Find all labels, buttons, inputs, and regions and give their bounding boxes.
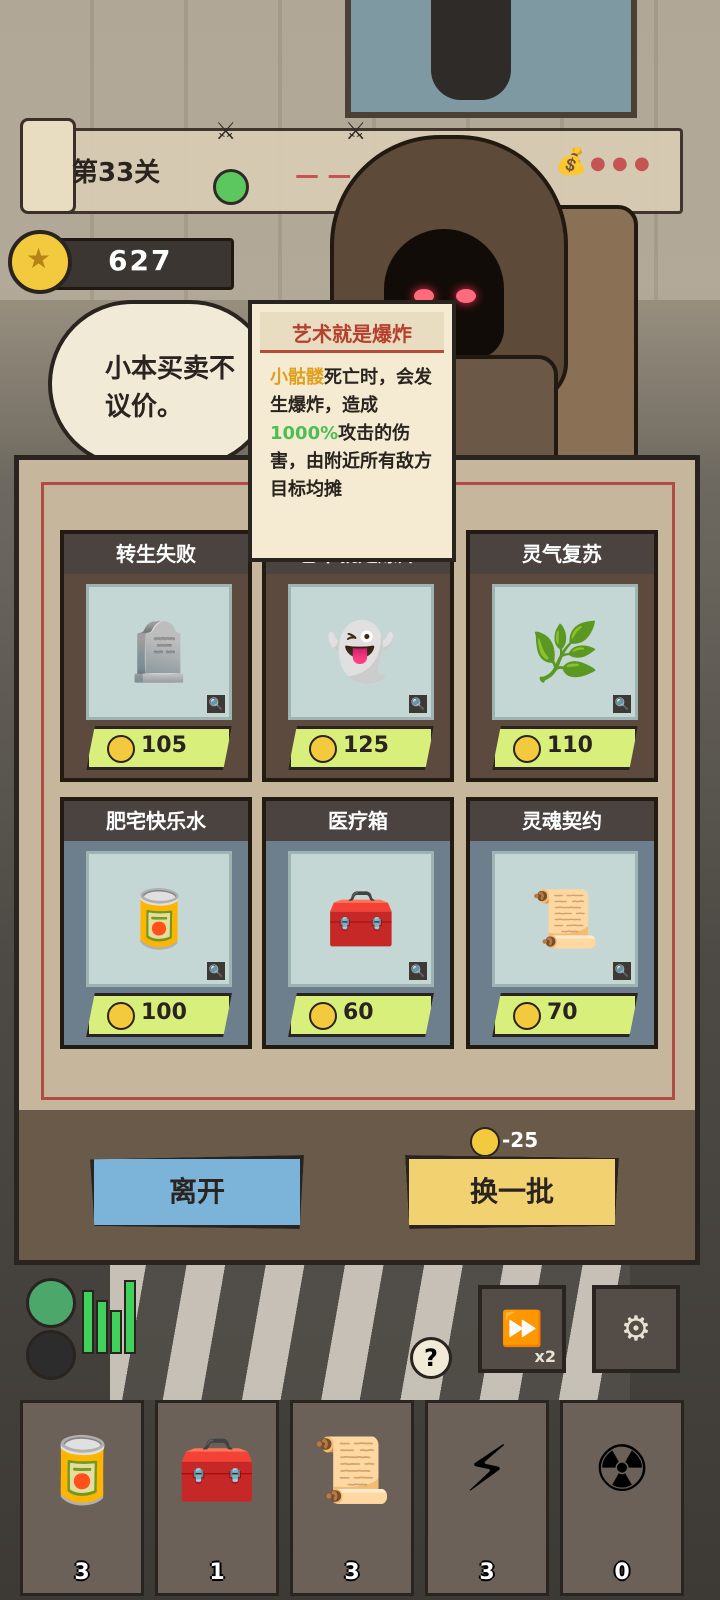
refresh-cost: -25 <box>502 1128 539 1152</box>
gold-coin-icon <box>513 1002 541 1030</box>
inventory-slot[interactable]: ☢ 0 <box>560 1400 684 1596</box>
shop-item-name: 肥宅快乐水 <box>64 801 248 841</box>
shop-item-price: 100 <box>141 1000 187 1025</box>
magnifier-icon[interactable]: 🔍 <box>613 962 631 980</box>
ally-hp-bar <box>110 1310 122 1354</box>
shop-item-image[interactable]: 🥫 🔍 <box>86 851 232 987</box>
inventory-count: 3 <box>344 1560 360 1585</box>
shop-window <box>345 0 637 118</box>
ally-hp-bar <box>124 1280 136 1354</box>
ally-hp-bar <box>96 1300 108 1354</box>
magnifier-icon[interactable]: 🔍 <box>409 962 427 980</box>
contract-scroll-icon: 📜 <box>312 1434 392 1508</box>
shop-item-name: 灵魂契约 <box>470 801 654 841</box>
shop-item-name: 转生失败 <box>64 534 248 574</box>
radiation-bomb-icon: ☢ <box>593 1433 651 1507</box>
medkit-icon: 🧰 <box>177 1434 257 1508</box>
shop-item-price-tag[interactable]: 105 <box>86 726 232 770</box>
shop-item-card[interactable]: 灵气复苏 🌿 🔍 110 <box>466 530 658 782</box>
gear-icon: ⚙ <box>620 1309 652 1349</box>
hero-ally-avatar <box>26 1330 76 1380</box>
magnifier-icon[interactable]: 🔍 <box>613 695 631 713</box>
gold-coin-icon <box>309 1002 337 1030</box>
gold-coin-icon <box>8 230 72 294</box>
gold-coin-icon <box>513 735 541 763</box>
shop-item-price-tag[interactable]: 60 <box>288 993 434 1037</box>
gold-coin-icon <box>309 735 337 763</box>
refresh-button[interactable]: 换一批 <box>405 1155 619 1229</box>
inventory-count: 0 <box>614 1560 630 1585</box>
crossed-swords-icon: ⚔ <box>215 117 237 145</box>
magnifier-icon[interactable]: 🔍 <box>409 695 427 713</box>
magnifier-icon[interactable]: 🔍 <box>207 962 225 980</box>
stage-label: 第33关 <box>72 158 161 188</box>
stage-node-cleared <box>213 169 249 205</box>
gold-coin-icon <box>107 735 135 763</box>
shop-item-image[interactable]: 👻 🔍 <box>288 584 434 720</box>
inventory-slot[interactable]: 📜 3 <box>290 1400 414 1596</box>
shop-item-card[interactable]: 转生失败 🪦 🔍 105 <box>60 530 252 782</box>
shop-item-card[interactable]: 灵魂契约 📜 🔍 70 <box>466 797 658 1049</box>
speed-multiplier: x2 <box>534 1347 556 1366</box>
map-scroll-icon[interactable] <box>20 118 76 214</box>
shop-item-price: 125 <box>343 733 389 758</box>
inventory-count: 3 <box>479 1560 495 1585</box>
shop-item-name: 灵气复苏 <box>470 534 654 574</box>
shop-item-price-tag[interactable]: 70 <box>492 993 638 1037</box>
shop-item-name: 医疗箱 <box>266 801 450 841</box>
inventory-slot[interactable]: 🧰 1 <box>155 1400 279 1596</box>
gold-amount: 627 <box>108 244 173 277</box>
tooltip-description: 小骷髅死亡时，会发生爆炸，造成1000%攻击的伤害，由附近所有敌方目标均摊 <box>270 364 440 504</box>
tooltip-keyword: 小骷髅 <box>270 367 324 388</box>
tooltip-title: 艺术就是爆炸 <box>292 322 412 346</box>
cola-can-icon: 🥫 <box>42 1434 122 1508</box>
shop-item-price: 105 <box>141 733 187 758</box>
help-button[interactable]: ? <box>410 1337 452 1379</box>
glowing-eye <box>456 289 476 303</box>
speed-button[interactable]: ⏩ x2 <box>478 1285 566 1373</box>
fast-forward-icon: ⏩ <box>500 1309 544 1349</box>
shop-item-price: 110 <box>547 733 593 758</box>
frog-ally-avatar <box>26 1278 76 1328</box>
shop-item-price-tag[interactable]: 125 <box>288 726 434 770</box>
item-tooltip: 艺术就是爆炸 小骷髅死亡时，会发生爆炸，造成1000%攻击的伤害，由附近所有敌方… <box>248 300 456 562</box>
inventory-slot[interactable]: ⚡ 3 <box>425 1400 549 1596</box>
merchant-speech: 小本买卖不议价。 <box>105 354 236 422</box>
shop-item-image[interactable]: 🪦 🔍 <box>86 584 232 720</box>
shop-item-price-tag[interactable]: 100 <box>86 993 232 1037</box>
inventory-count: 3 <box>74 1560 90 1585</box>
shop-item-price: 70 <box>547 1000 578 1025</box>
refresh-cost-coin-icon <box>470 1127 500 1157</box>
shop-item-price: 60 <box>343 1000 374 1025</box>
silhouette-figure <box>431 0 511 100</box>
shop-item-image[interactable]: 🌿 🔍 <box>492 584 638 720</box>
shop-item-image[interactable]: 📜 🔍 <box>492 851 638 987</box>
magnifier-icon[interactable]: 🔍 <box>207 695 225 713</box>
leave-button[interactable]: 离开 <box>90 1155 304 1229</box>
shop-item-price-tag[interactable]: 110 <box>492 726 638 770</box>
shop-item-card[interactable]: 肥宅快乐水 🥫 🔍 100 <box>60 797 252 1049</box>
lightning-card-icon: ⚡ <box>464 1433 510 1507</box>
inventory-count: 1 <box>209 1560 225 1585</box>
ally-hp-bar <box>82 1290 94 1354</box>
tooltip-header: 艺术就是爆炸 <box>260 312 444 353</box>
shop-item-card[interactable]: 医疗箱 🧰 🔍 60 <box>262 797 454 1049</box>
inventory-slot[interactable]: 🥫 3 <box>20 1400 144 1596</box>
shop-item-image[interactable]: 🧰 🔍 <box>288 851 434 987</box>
shop-item-card[interactable]: 艺术就是爆炸👻🔍125 <box>262 530 454 782</box>
gold-coin-icon <box>107 1002 135 1030</box>
tooltip-damage-value: 1000% <box>270 423 339 444</box>
settings-button[interactable]: ⚙ <box>592 1285 680 1373</box>
